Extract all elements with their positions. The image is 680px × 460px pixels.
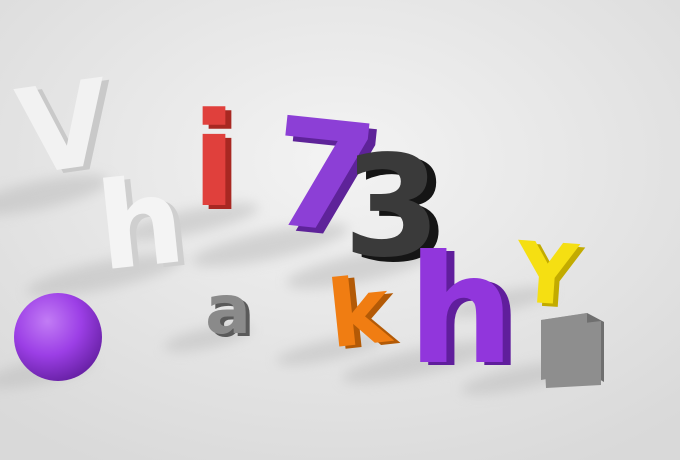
svg-text:i: i (192, 84, 237, 236)
svg-text:h: h (91, 151, 190, 298)
letter-h-purple-glyph: h h (408, 224, 523, 401)
letter-y-glyph: Y Y (512, 223, 586, 328)
svg-text:h: h (408, 224, 515, 398)
purple-sphere (14, 293, 102, 381)
rendered-scene: V V h h i i 7 7 3 3 a a k k h h Y Y (0, 0, 680, 460)
letter-a-glyph: a a (205, 271, 255, 353)
svg-text:Y: Y (512, 223, 582, 325)
gray-cube (541, 313, 604, 388)
letter-i-glyph: i i (192, 84, 243, 240)
letter-k-glyph: k k (323, 256, 403, 371)
svg-text:a: a (205, 271, 251, 350)
letter-h-white-glyph: h h (91, 151, 197, 302)
